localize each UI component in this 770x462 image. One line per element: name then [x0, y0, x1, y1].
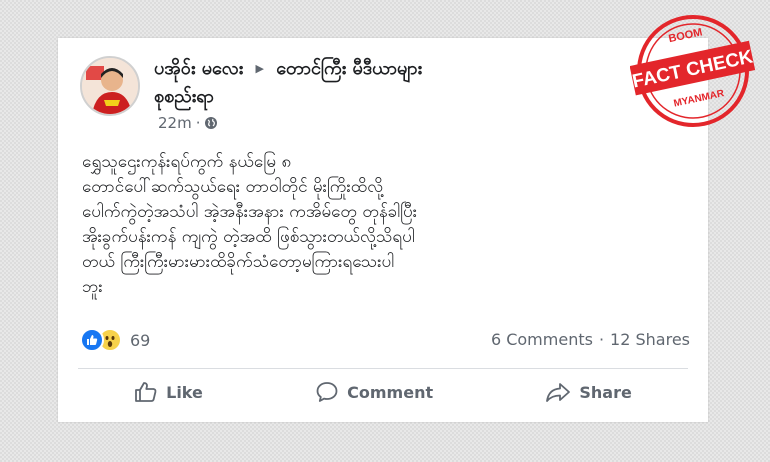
caret-right-icon: ▶	[255, 62, 264, 75]
share-button[interactable]: Share	[525, 374, 651, 410]
meta-dot: ·	[195, 114, 201, 132]
post-body-line: တောင်ပေါ်ဆက်သွယ်ရေး တာဝါတိုင် မိုးကြိုးထ…	[82, 177, 384, 197]
post-body-line: ပေါက်ကွဲတဲ့အသံပါ အဲ့အနီးအနား ကအိမ်တွေ တု…	[82, 202, 418, 222]
like-label: Like	[166, 382, 203, 402]
like-button[interactable]: Like	[114, 374, 223, 410]
post-actions: Like Comment Share	[78, 370, 688, 414]
post-body-line: ဘူး	[82, 277, 103, 297]
post-body-line: အိုးခွက်ပန်းကန် ကျကွဲ တဲ့အထိ ဖြစ်သွားတယ်…	[82, 227, 415, 247]
post-meta: 22m ·	[158, 114, 218, 132]
divider	[78, 368, 688, 369]
stats-dot: ·	[598, 330, 605, 349]
facebook-post-card: ပအိုဝ်း မလေး ▶ တောင်ကြီး မီဒီယာများ စုစည…	[58, 38, 708, 422]
fact-check-stamp: BOOM FACT CHECK MYANMAR	[630, 15, 756, 127]
thumbs-up-icon	[135, 382, 157, 402]
share-arrow-icon	[546, 383, 571, 402]
comment-button[interactable]: Comment	[295, 374, 453, 410]
group-name-continued[interactable]: စုစည်းရာ	[154, 84, 214, 110]
poster-avatar[interactable]	[80, 56, 140, 116]
engagement-stats: 6 Comments · 12 Shares	[491, 330, 690, 349]
post-body: ရွှေသူဌေးကုန်းရပ်ကွက် နယ်မြေ ၈ တောင်ပေါ်…	[82, 150, 692, 300]
globe-icon	[205, 117, 218, 129]
stamp-bottom-text: MYANMAR	[673, 88, 726, 110]
reaction-count: 69	[130, 330, 151, 350]
shares-count[interactable]: 12 Shares	[610, 330, 690, 349]
like-reaction-icon	[80, 328, 104, 352]
share-label: Share	[579, 382, 632, 402]
comments-count[interactable]: 6 Comments	[491, 330, 593, 349]
comment-icon	[316, 382, 338, 402]
poster-name[interactable]: ပအိုဝ်း မလေး	[154, 58, 243, 79]
reactions-summary[interactable]: 69	[80, 328, 150, 352]
post-body-line: ရွှေသူဌေးကုန်းရပ်ကွက် နယ်မြေ ၈	[82, 152, 292, 172]
comment-label: Comment	[347, 382, 434, 402]
group-name[interactable]: တောင်ကြီး မီဒီယာများ	[276, 58, 422, 79]
post-header-line1: ပအိုဝ်း မလေး ▶ တောင်ကြီး မီဒီယာများ	[154, 56, 422, 82]
post-body-line: တယ် ကြီးကြီးမားမားထိခိုက်သံတော့မကြားရသေး…	[82, 252, 395, 272]
post-time[interactable]: 22m	[158, 114, 192, 132]
